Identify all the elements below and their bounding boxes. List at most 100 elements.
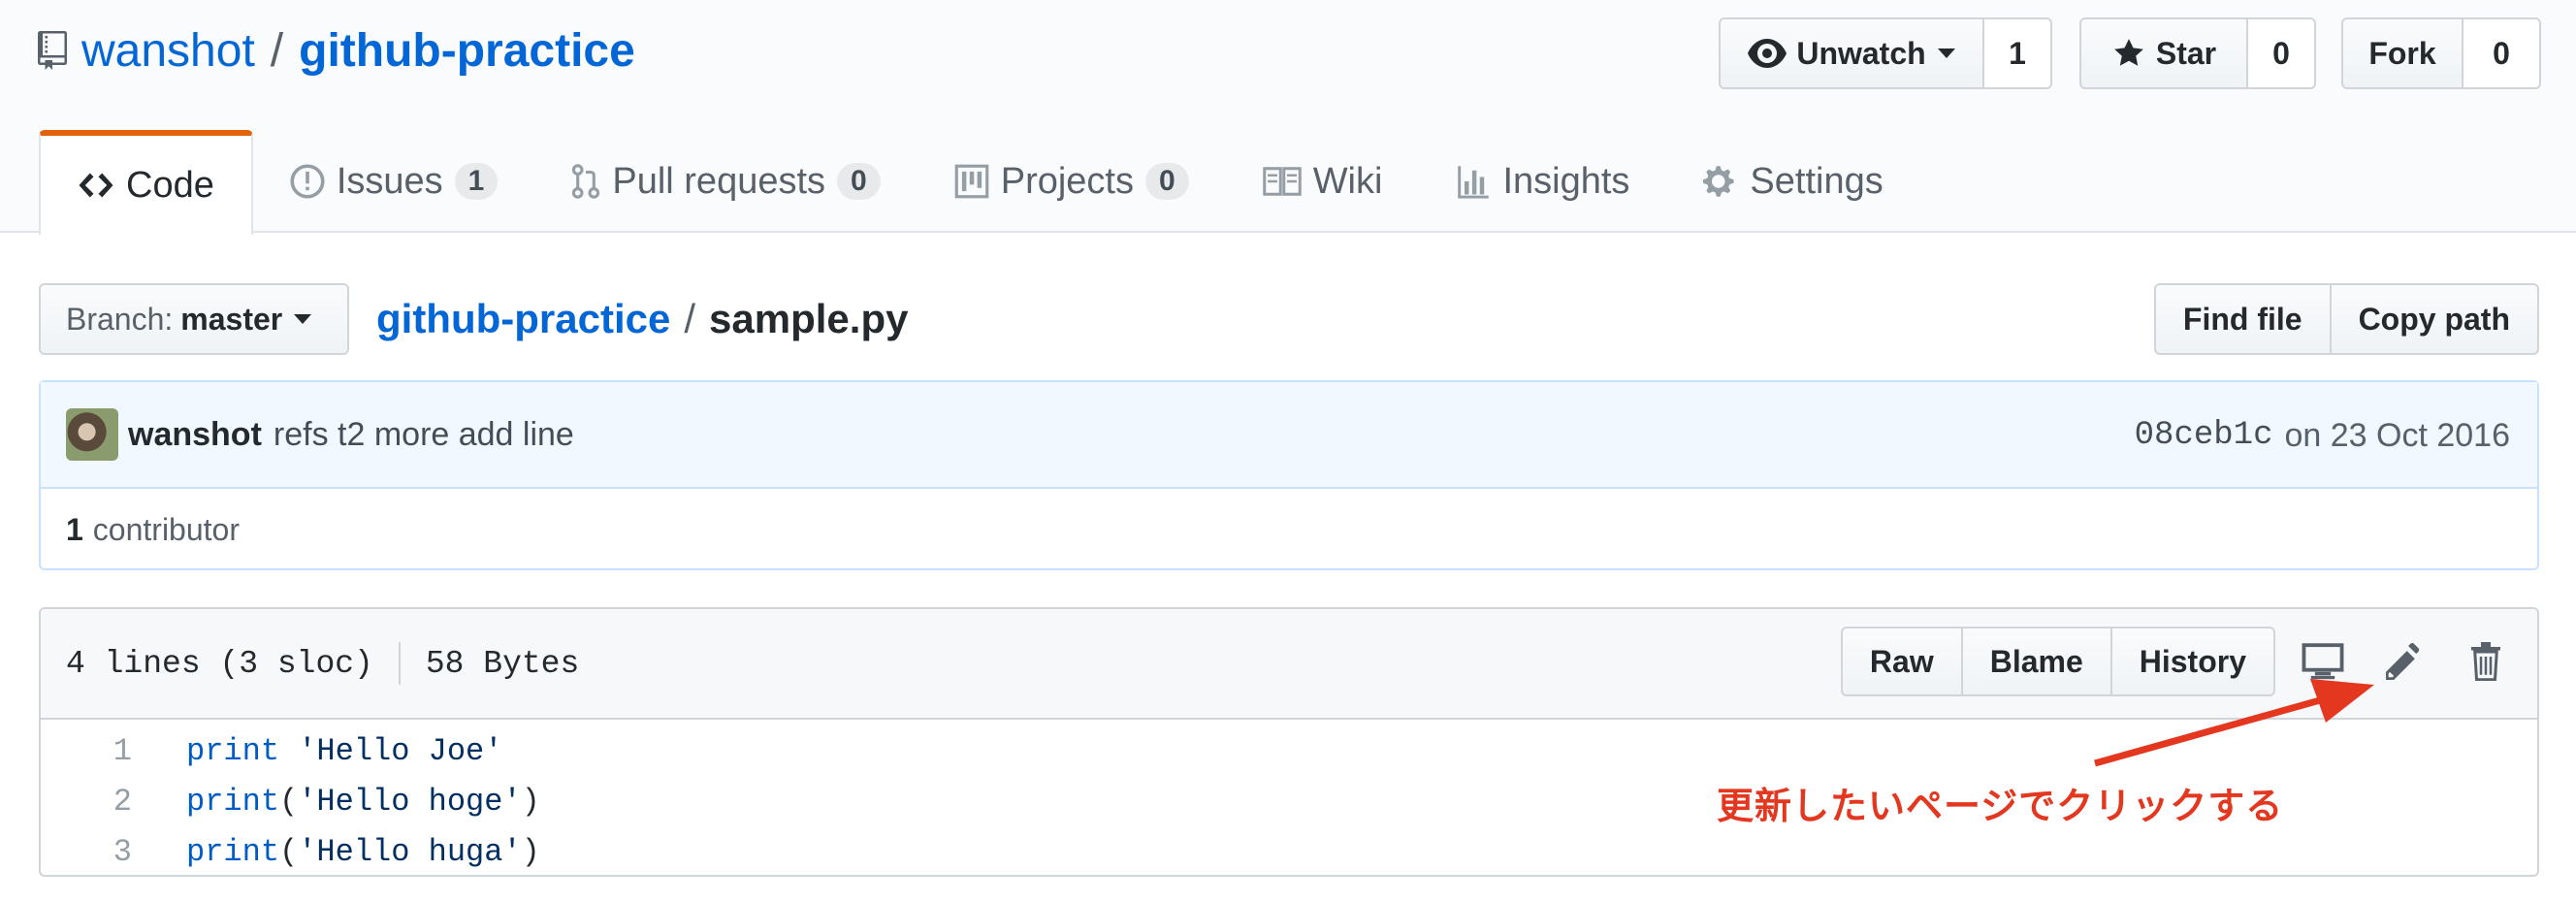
pencil-icon[interactable] <box>2370 628 2438 695</box>
tab-projects-label: Projects <box>1000 160 1134 202</box>
commit-sha[interactable]: 08ceb1c <box>2135 417 2273 454</box>
chevron-down-icon <box>294 314 312 324</box>
annotation-note: 更新したいページでクリックする <box>1717 787 2284 827</box>
fork-label: Fork <box>2368 35 2436 71</box>
repo-title: wanshot / github-practice <box>37 21 635 80</box>
file-viewer: 4 lines (3 sloc) 58 Bytes Raw Blame Hist… <box>39 607 2539 877</box>
forks-count[interactable]: 0 <box>2463 17 2541 89</box>
commit-author[interactable]: wanshot <box>128 416 262 454</box>
branch-prefix: Branch: <box>66 301 174 337</box>
tab-issues-label: Issues <box>336 160 443 202</box>
code-line: 1 print 'Hello Joe' <box>41 725 2537 776</box>
tab-code[interactable]: Code <box>39 130 253 235</box>
find-file-button[interactable]: Find file <box>2153 283 2332 355</box>
project-icon <box>954 164 989 199</box>
code-keyword: print <box>186 732 280 769</box>
history-button[interactable]: History <box>2111 627 2275 696</box>
issue-icon <box>290 164 325 199</box>
issues-counter: 1 <box>454 163 499 200</box>
book-icon <box>1262 167 1302 196</box>
tab-settings-label: Settings <box>1750 160 1884 202</box>
code-punct: ) <box>521 833 540 870</box>
chevron-down-icon <box>1937 48 1955 58</box>
file-info-divider <box>398 642 401 685</box>
file-navigation-buttons: Find file Copy path <box>2153 283 2539 355</box>
line-number[interactable]: 2 <box>41 784 144 820</box>
breadcrumb-separator: / <box>684 296 696 341</box>
fork-group: Fork 0 <box>2341 17 2541 89</box>
file-size: 58 Bytes <box>425 645 580 682</box>
tab-issues[interactable]: Issues 1 <box>253 130 535 233</box>
gear-icon <box>1703 166 1734 197</box>
watchers-count[interactable]: 1 <box>1984 17 2052 89</box>
unwatch-button[interactable]: Unwatch <box>1719 17 1984 89</box>
line-code: print 'Hello Joe' <box>144 733 502 769</box>
trash-icon[interactable] <box>2452 628 2520 695</box>
star-group: Star 0 <box>2079 17 2316 89</box>
line-number[interactable]: 1 <box>41 733 144 769</box>
code-keyword: print <box>186 833 280 870</box>
breadcrumb-repo-link[interactable]: github-practice <box>376 296 670 342</box>
line-code: print('Hello huga') <box>144 834 540 870</box>
line-code: print('Hello hoge') <box>144 784 540 820</box>
stargazers-count[interactable]: 0 <box>2248 17 2316 89</box>
star-label: Star <box>2155 35 2217 71</box>
tab-settings[interactable]: Settings <box>1666 130 1919 233</box>
repo-separator: / <box>270 24 284 77</box>
code-icon <box>79 173 113 198</box>
star-icon <box>2114 39 2143 66</box>
commit-tease: wanshot refs t2 more add line 08ceb1c on… <box>41 382 2537 489</box>
commit-meta: 08ceb1c on 23 Oct 2016 <box>2135 382 2510 489</box>
contributors-count: 1 <box>66 511 83 547</box>
repo-nav: Code Issues 1 Pull requests 0 Projects 0… <box>39 130 1920 235</box>
avatar[interactable] <box>66 408 118 461</box>
contributors[interactable]: 1 contributor <box>41 489 2537 570</box>
copy-path-button[interactable]: Copy path <box>2331 283 2539 355</box>
blame-button[interactable]: Blame <box>1962 627 2112 696</box>
tab-code-label: Code <box>126 164 214 206</box>
line-number[interactable]: 3 <box>41 834 144 870</box>
repo-header: wanshot / github-practice Unwatch 1 Star… <box>0 0 2576 235</box>
pull-request-icon <box>572 164 600 199</box>
tab-wiki[interactable]: Wiki <box>1226 130 1420 233</box>
breadcrumb-file: sample.py <box>709 296 909 341</box>
repo-icon <box>38 31 67 70</box>
code-punct: ( <box>279 783 299 820</box>
repo-owner-link[interactable]: wanshot <box>81 24 255 78</box>
graph-icon <box>1458 166 1490 199</box>
tab-wiki-label: Wiki <box>1312 160 1383 202</box>
tab-projects[interactable]: Projects 0 <box>918 130 1226 233</box>
star-button[interactable]: Star <box>2079 17 2248 89</box>
commit-date: on 23 Oct 2016 <box>2284 416 2510 454</box>
breadcrumb: github-practice / sample.py <box>376 287 908 351</box>
eye-icon <box>1748 39 1787 68</box>
branch-name: master <box>180 301 283 337</box>
contributors-label: contributor <box>92 511 240 547</box>
code-line: 3 print('Hello huga') <box>41 826 2537 875</box>
tab-insights-label: Insights <box>1502 160 1630 202</box>
code-punct <box>279 733 298 769</box>
fork-button[interactable]: Fork <box>2341 17 2463 89</box>
code-punct: ( <box>279 833 299 870</box>
tab-pull-requests-label: Pull requests <box>612 160 826 202</box>
desktop-icon[interactable] <box>2289 628 2357 695</box>
projects-counter: 0 <box>1145 163 1189 200</box>
file-lines-info: 4 lines (3 sloc) <box>66 645 373 682</box>
commit-info: wanshot refs t2 more add line 08ceb1c on… <box>39 380 2539 570</box>
code-string: 'Hello huga' <box>298 833 522 870</box>
repo-name-link[interactable]: github-practice <box>299 24 635 78</box>
file-header: 4 lines (3 sloc) 58 Bytes Raw Blame Hist… <box>41 609 2537 720</box>
watch-group: Unwatch 1 <box>1719 17 2052 89</box>
tab-insights[interactable]: Insights <box>1419 130 1666 233</box>
tab-pull-requests[interactable]: Pull requests 0 <box>534 130 917 233</box>
code-string: 'Hello Joe' <box>298 732 503 769</box>
raw-button[interactable]: Raw <box>1840 627 1963 696</box>
pull-requests-counter: 0 <box>837 163 881 200</box>
branch-select[interactable]: Branch: master <box>39 283 349 355</box>
code-string: 'Hello hoge' <box>298 783 522 820</box>
code-punct: ) <box>521 783 540 820</box>
commit-message[interactable]: refs t2 more add line <box>274 416 574 454</box>
file-actions: Raw Blame History <box>1840 627 2520 696</box>
unwatch-label: Unwatch <box>1796 35 1926 71</box>
code-keyword: print <box>186 783 280 820</box>
